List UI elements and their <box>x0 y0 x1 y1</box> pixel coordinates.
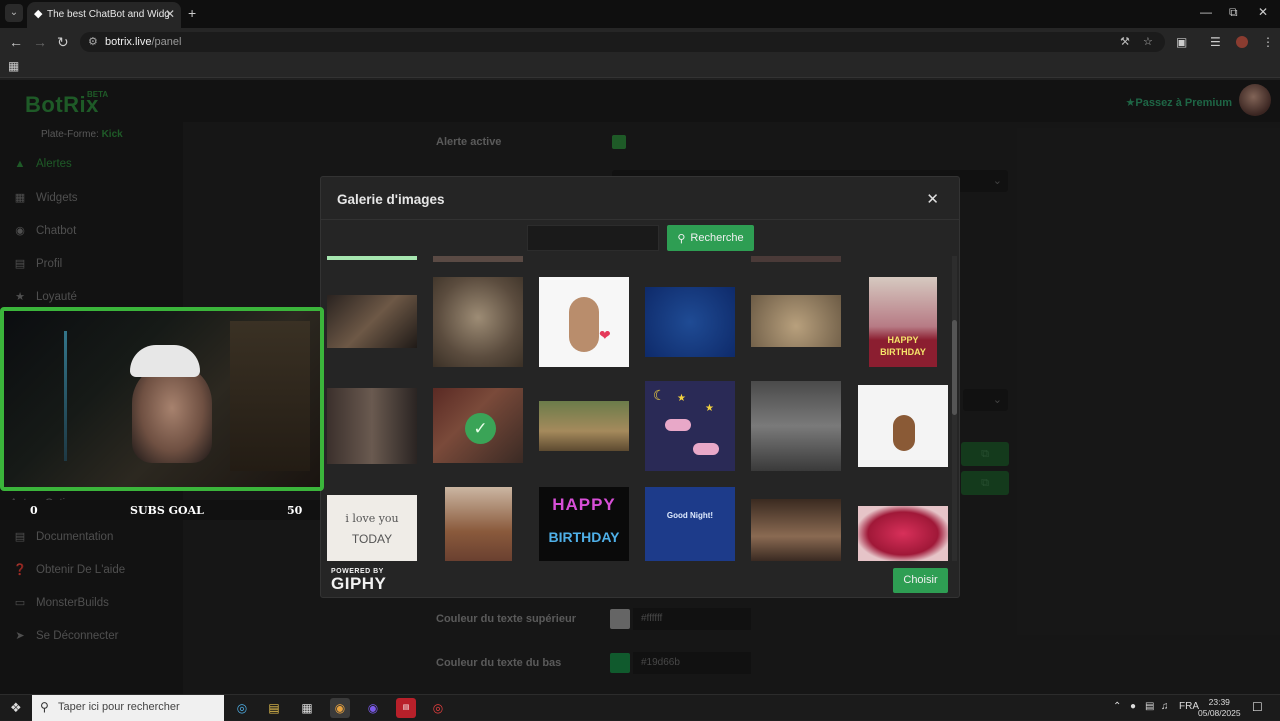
windows-start-icon[interactable]: ❖ <box>10 700 22 716</box>
site-favicon-icon: ◆ <box>34 8 43 20</box>
back-icon[interactable]: ← <box>9 34 23 50</box>
reload-icon[interactable]: ↻ <box>57 34 69 51</box>
modal-title: Galerie d'images <box>337 192 445 207</box>
streamer-image <box>132 363 212 463</box>
subs-goal-bar: 0 SUBS GOAL 50 <box>0 500 320 520</box>
tab-search-button[interactable]: ⌄ <box>5 4 23 22</box>
gif-tile[interactable] <box>433 277 523 367</box>
gif-tile[interactable]: HAPPY BIRTHDAY <box>869 277 937 367</box>
gif-tile[interactable] <box>327 295 417 348</box>
browser-menu-icon[interactable]: ⋮ <box>1262 35 1274 49</box>
apps-grid-icon[interactable]: ▦ <box>8 59 19 73</box>
bookmarks-bar: ▦ <box>0 56 1280 78</box>
microphone-icon[interactable]: ● <box>1130 701 1136 712</box>
gif-tile[interactable] <box>539 401 629 451</box>
gif-tile[interactable] <box>858 506 948 561</box>
url-host: botrix.live <box>105 36 152 48</box>
forward-icon[interactable]: → <box>33 34 47 50</box>
url-path: /panel <box>151 36 182 48</box>
chrome-icon[interactable]: ◉ <box>330 698 350 718</box>
tray-expand-icon[interactable]: ⌃ <box>1113 701 1121 712</box>
url-field[interactable]: ⚙ botrix.live/panel ⚒ ☆ <box>80 32 1165 52</box>
gif-tile[interactable]: ❤ <box>539 277 629 367</box>
obs-icon[interactable]: ◎ <box>428 698 448 718</box>
restore-icon[interactable]: ⧉ <box>1229 5 1238 20</box>
webcam-overlay <box>0 307 324 491</box>
site-info-icon[interactable]: ⚙ <box>88 35 98 48</box>
address-bar-row: ← → ↻ ⚙ botrix.live/panel ⚒ ☆ ▣ ☰ ⋮ <box>0 28 1280 56</box>
notification-icon[interactable]: ☐ <box>1252 700 1263 714</box>
gif-tile-selected[interactable]: ✓ <box>433 388 523 463</box>
new-tab-button[interactable]: + <box>188 5 196 21</box>
gif-tile[interactable] <box>645 287 735 357</box>
discord-icon[interactable]: ◉ <box>363 698 383 718</box>
gif-gallery: ❤ HAPPY BIRTHDAY ✓ ☾ ★ ★ i love you TODA… <box>327 256 951 561</box>
browser-tab-bar: ⌄ ◆ The best ChatBot and Widgets ✕ + — ⧉… <box>0 0 1280 28</box>
search-icon: ⚲ <box>677 232 686 245</box>
gif-tile[interactable]: HAPPY BIRTHDAY <box>539 487 629 561</box>
goal-target: 50 <box>287 504 303 517</box>
gif-tile[interactable] <box>445 487 512 561</box>
close-window-icon[interactable]: ✕ <box>1258 5 1268 19</box>
gif-tile[interactable] <box>751 256 841 262</box>
clock[interactable]: 23:39 05/08/2025 <box>1198 697 1241 719</box>
image-gallery-modal: Galerie d'images ✕ ⚲ Recherche ❤ HAPPY BI… <box>320 176 960 598</box>
edge-icon[interactable]: ◎ <box>232 698 252 718</box>
windows-taskbar: ❖ ⚲ Taper ici pour rechercher ◎ ▤ ▦ ◉ ◉ … <box>0 694 1280 721</box>
gif-tile[interactable] <box>751 499 841 561</box>
browser-tab[interactable]: ◆ The best ChatBot and Widgets ✕ <box>27 2 181 28</box>
choose-button[interactable]: Choisir <box>893 568 948 593</box>
goal-current: 0 <box>30 504 38 517</box>
store-icon[interactable]: ▦ <box>297 698 317 718</box>
search-icon: ⚲ <box>40 700 49 714</box>
gif-tile[interactable] <box>751 381 841 471</box>
gif-tile[interactable]: Good Night! <box>645 487 735 561</box>
taskbar-search[interactable]: ⚲ Taper ici pour rechercher <box>32 695 224 721</box>
gallery-scrollbar[interactable] <box>952 256 957 561</box>
close-tab-icon[interactable]: ✕ <box>165 7 175 21</box>
goal-label: SUBS GOAL <box>130 504 204 517</box>
voicemeeter-icon[interactable]: ▤ <box>396 698 416 718</box>
gif-tile[interactable] <box>327 256 417 260</box>
gif-tile[interactable] <box>433 256 523 262</box>
minimize-icon[interactable]: — <box>1200 5 1212 19</box>
scrollbar-thumb[interactable] <box>952 320 957 415</box>
bookmark-star-icon[interactable]: ☆ <box>1143 35 1153 48</box>
reading-list-icon[interactable]: ☰ <box>1210 35 1221 49</box>
translate-icon[interactable]: ⚒ <box>1120 35 1130 48</box>
close-icon[interactable]: ✕ <box>926 190 939 208</box>
extensions-icon[interactable]: ▣ <box>1176 35 1187 49</box>
giphy-attribution: POWERED BY GIPHY <box>331 568 387 593</box>
gif-tile[interactable] <box>327 388 417 464</box>
volume-icon[interactable]: ♫ <box>1161 701 1169 712</box>
gif-tile[interactable] <box>751 295 841 347</box>
gif-search-input[interactable] <box>527 225 659 251</box>
heart-icon: ❤ <box>599 327 611 343</box>
profile-avatar-icon[interactable] <box>1236 36 1248 48</box>
search-button[interactable]: ⚲ Recherche <box>667 225 754 251</box>
network-icon[interactable]: ▤ <box>1145 701 1154 712</box>
gif-tile[interactable] <box>858 385 948 467</box>
modal-header: Galerie d'images ✕ <box>321 177 959 220</box>
gif-tile[interactable]: i love you TODAY <box>327 495 417 561</box>
gif-tile[interactable]: ☾ ★ ★ <box>645 381 735 471</box>
tab-title: The best ChatBot and Widgets <box>47 9 169 20</box>
language-indicator[interactable]: FRA <box>1179 701 1199 712</box>
file-explorer-icon[interactable]: ▤ <box>264 698 284 718</box>
check-icon: ✓ <box>465 413 496 444</box>
